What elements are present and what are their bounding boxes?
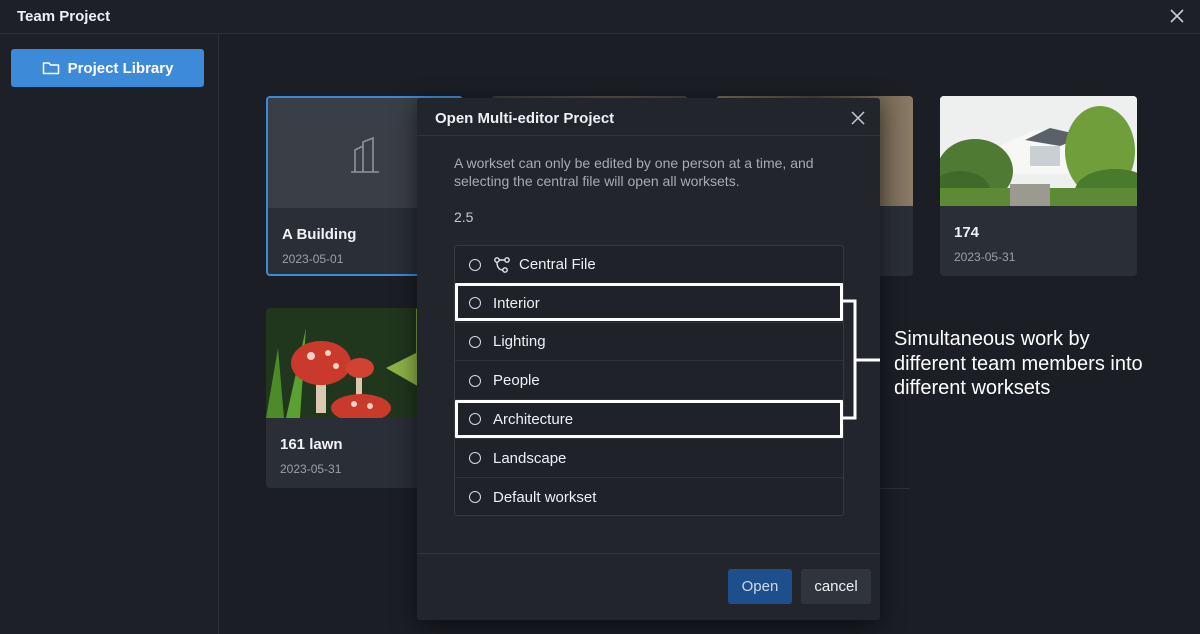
card-title: A Building (282, 226, 357, 243)
workset-label: Landscape (493, 449, 567, 467)
annotation-bracket (843, 299, 880, 420)
dialog-header-divider (417, 135, 880, 136)
workset-label: Architecture (493, 410, 574, 428)
workset-option-interior[interactable]: Interior (455, 285, 843, 323)
radio-button[interactable] (469, 413, 481, 426)
window-title: Team Project (17, 8, 111, 25)
card-date: 2023-05-01 (282, 252, 344, 266)
building-icon (351, 136, 379, 173)
dialog-close-icon[interactable] (850, 110, 866, 126)
card-title: 174 (954, 224, 980, 241)
annotation-text: Simultaneous work by different team memb… (894, 328, 1143, 399)
dialog-title: Open Multi-editor Project (435, 110, 615, 127)
card-date: 2023-05-31 (280, 462, 342, 476)
project-library-label: Project Library (67, 59, 174, 77)
radio-button[interactable] (469, 374, 481, 387)
radio-button[interactable] (469, 335, 481, 348)
workset-label: People (493, 372, 540, 390)
workset-list: Central File Interior Lighting People Ar… (454, 245, 844, 516)
open-button[interactable]: Open (728, 569, 792, 604)
workset-option-landscape[interactable]: Landscape (455, 440, 843, 478)
radio-button[interactable] (469, 297, 481, 310)
open-multi-editor-dialog: Open Multi-editor Project A workset can … (417, 98, 880, 620)
workset-option-default[interactable]: Default workset (455, 478, 843, 516)
dialog-description: A workset can only be edited by one pers… (454, 155, 814, 189)
radio-button[interactable] (469, 491, 481, 504)
workset-option-people[interactable]: People (455, 362, 843, 401)
project-card-174[interactable]: 174 2023-05-31 (940, 96, 1137, 276)
card-date: 2023-05-31 (954, 250, 1016, 264)
workset-label: Default workset (493, 488, 597, 506)
radio-button[interactable] (469, 452, 481, 464)
cancel-button[interactable]: cancel (801, 569, 871, 604)
version-label: 2.5 (454, 209, 474, 225)
team-project-window: Team Project Project Library A Building … (0, 0, 1200, 634)
divider (880, 488, 910, 489)
central-file-icon (494, 256, 510, 273)
workset-option-lighting[interactable]: Lighting (455, 323, 843, 362)
card-title: 161 lawn (280, 436, 343, 453)
garden-house-image (940, 96, 1137, 213)
radio-button[interactable] (469, 258, 481, 271)
workset-option-central-file[interactable]: Central File (455, 246, 843, 284)
project-library-button[interactable]: Project Library (11, 49, 204, 87)
dialog-footer-divider (417, 553, 880, 554)
title-bar: Team Project (0, 0, 1200, 34)
folder-icon (42, 62, 59, 75)
garden-house-thumb (940, 96, 1137, 213)
close-icon[interactable] (1168, 7, 1186, 25)
sidebar: Project Library (0, 34, 219, 634)
workset-option-architecture[interactable]: Architecture (455, 401, 843, 439)
workset-label: Interior (493, 294, 540, 312)
workset-label: Central File (519, 256, 596, 273)
workset-label: Lighting (493, 333, 546, 351)
